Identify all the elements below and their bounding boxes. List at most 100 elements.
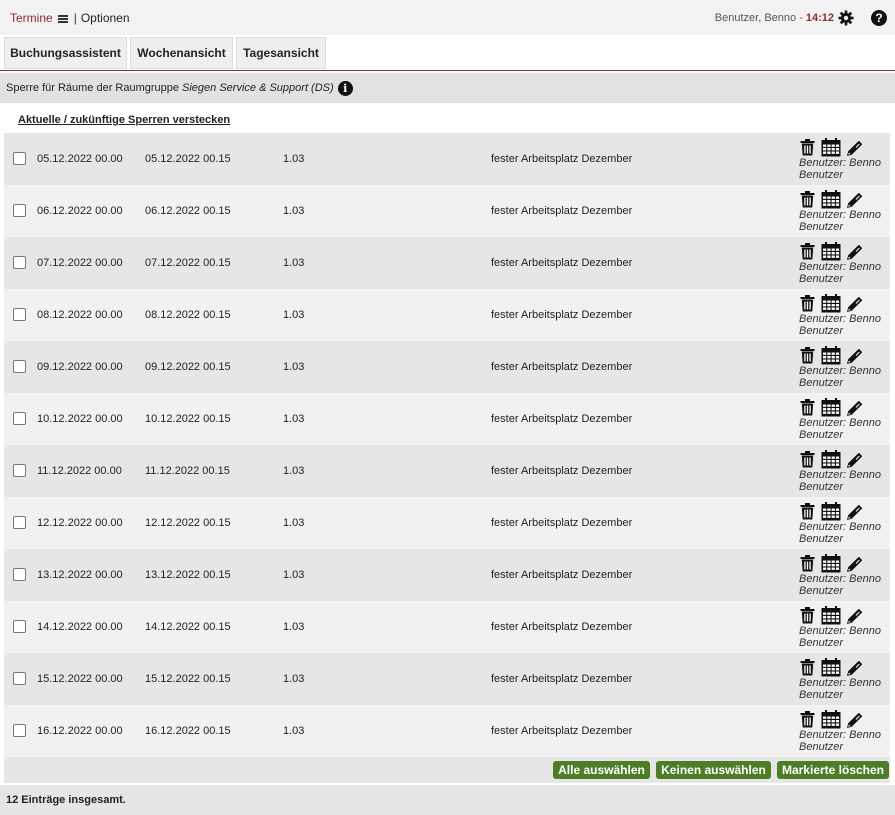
table-row: 13.12.2022 00.00 13.12.2022 00.15 1.03 f…: [4, 549, 890, 601]
info-icon[interactable]: i: [337, 80, 353, 96]
trash-icon[interactable]: [800, 139, 815, 156]
trash-icon[interactable]: [800, 191, 815, 208]
pencil-icon[interactable]: [846, 503, 864, 521]
pencil-icon[interactable]: [846, 451, 864, 469]
room-number: 1.03: [283, 569, 305, 581]
table-row: 16.12.2022 00.00 16.12.2022 00.15 1.03 f…: [4, 705, 890, 757]
created-by-user: Benutzer: Benno Benutzer: [799, 209, 881, 233]
help-icon[interactable]: ?: [871, 9, 887, 26]
tab-wochenansicht[interactable]: Wochenansicht: [130, 37, 233, 69]
start-time: 11.12.2022 00.00: [37, 465, 122, 477]
calendar-icon[interactable]: [821, 242, 841, 261]
pencil-icon[interactable]: [846, 139, 864, 157]
created-by-user: Benutzer: Benno Benutzer: [799, 365, 881, 389]
row-checkbox[interactable]: [13, 308, 26, 321]
calendar-icon[interactable]: [821, 450, 841, 469]
start-time: 07.12.2022 00.00: [37, 257, 123, 269]
row-checkbox[interactable]: [13, 516, 26, 529]
start-time: 06.12.2022 00.00: [37, 205, 123, 217]
row-checkbox[interactable]: [13, 256, 26, 269]
lock-reason: fester Arbeitsplatz Dezember: [491, 361, 633, 373]
calendar-icon[interactable]: [821, 554, 841, 573]
row-checkbox[interactable]: [13, 152, 26, 165]
table-row: 11.12.2022 00.00 11.12.2022 00.15 1.03 f…: [4, 445, 890, 497]
trash-icon[interactable]: [800, 347, 815, 364]
calendar-icon[interactable]: [821, 346, 841, 365]
row-checkbox[interactable]: [13, 672, 26, 685]
delete-marked-button[interactable]: Markierte löschen: [777, 761, 889, 779]
tab-tagesansicht[interactable]: Tagesansicht: [236, 37, 326, 69]
row-actions: [800, 606, 864, 625]
trash-icon[interactable]: [800, 295, 815, 312]
pencil-icon[interactable]: [846, 711, 864, 729]
select-all-button[interactable]: Alle auswählen: [553, 761, 650, 779]
row-actions: [800, 554, 864, 573]
trash-icon[interactable]: [800, 555, 815, 572]
end-time: 15.12.2022 00.15: [145, 673, 231, 685]
calendar-icon[interactable]: [821, 502, 841, 521]
calendar-icon[interactable]: [821, 658, 841, 677]
room-group-name: Siegen Service & Support (DS): [182, 82, 334, 94]
calendar-icon[interactable]: [821, 138, 841, 157]
row-actions: [800, 398, 864, 417]
trash-icon[interactable]: [800, 451, 815, 468]
trash-icon[interactable]: [800, 399, 815, 416]
calendar-icon[interactable]: [821, 294, 841, 313]
start-time: 13.12.2022 00.00: [37, 569, 123, 581]
table-row: 14.12.2022 00.00 14.12.2022 00.15 1.03 f…: [4, 601, 890, 653]
row-checkbox[interactable]: [13, 724, 26, 737]
end-time: 06.12.2022 00.15: [145, 205, 231, 217]
pencil-icon[interactable]: [846, 555, 864, 573]
termine-menu[interactable]: Termine: [10, 11, 53, 25]
end-time: 11.12.2022 00.15: [145, 465, 230, 477]
table-row: 15.12.2022 00.00 15.12.2022 00.15 1.03 f…: [4, 653, 890, 705]
select-none-button[interactable]: Keinen auswählen: [656, 761, 771, 779]
pencil-icon[interactable]: [846, 607, 864, 625]
pencil-icon[interactable]: [846, 243, 864, 261]
hide-locks-link[interactable]: Aktuelle / zukünftige Sperren verstecken: [18, 114, 230, 126]
calendar-icon[interactable]: [821, 190, 841, 209]
tab-buchungsassistent[interactable]: Buchungsassistent: [4, 37, 127, 69]
section-title-prefix: Sperre für Räume der Raumgruppe: [6, 82, 180, 94]
row-actions: [800, 450, 864, 469]
room-number: 1.03: [283, 465, 305, 477]
gear-icon[interactable]: [838, 10, 854, 26]
room-number: 1.03: [283, 725, 305, 737]
start-time: 05.12.2022 00.00: [37, 153, 123, 165]
row-checkbox[interactable]: [13, 464, 26, 477]
pencil-icon[interactable]: [846, 659, 864, 677]
row-checkbox[interactable]: [13, 360, 26, 373]
user-label: Benutzer, Benno -: [714, 11, 803, 24]
hamburger-icon[interactable]: [57, 14, 68, 23]
trash-icon[interactable]: [800, 711, 815, 728]
pencil-icon[interactable]: [846, 191, 864, 209]
calendar-icon[interactable]: [821, 398, 841, 417]
end-time: 10.12.2022 00.15: [145, 413, 231, 425]
user-area: Benutzer, Benno - 14:12 ?: [714, 9, 887, 26]
optionen-menu[interactable]: Optionen: [81, 11, 130, 25]
trash-icon[interactable]: [800, 503, 815, 520]
start-time: 15.12.2022 00.00: [37, 673, 123, 685]
created-by-user: Benutzer: Benno Benutzer: [799, 573, 881, 597]
room-number: 1.03: [283, 205, 305, 217]
calendar-icon[interactable]: [821, 606, 841, 625]
start-time: 09.12.2022 00.00: [37, 361, 123, 373]
pencil-icon[interactable]: [846, 295, 864, 313]
trash-icon[interactable]: [800, 607, 815, 624]
end-time: 12.12.2022 00.15: [145, 517, 231, 529]
row-checkbox[interactable]: [13, 204, 26, 217]
lock-reason: fester Arbeitsplatz Dezember: [491, 725, 633, 737]
pencil-icon[interactable]: [846, 399, 864, 417]
row-actions: [800, 658, 864, 677]
trash-icon[interactable]: [800, 659, 815, 676]
room-number: 1.03: [283, 673, 305, 685]
room-number: 1.03: [283, 309, 305, 321]
trash-icon[interactable]: [800, 243, 815, 260]
pencil-icon[interactable]: [846, 347, 864, 365]
view-tabs: Buchungsassistent Wochenansicht Tagesans…: [0, 35, 895, 71]
row-actions: [800, 138, 864, 157]
row-checkbox[interactable]: [13, 568, 26, 581]
row-checkbox[interactable]: [13, 412, 26, 425]
calendar-icon[interactable]: [821, 710, 841, 729]
row-checkbox[interactable]: [13, 620, 26, 633]
